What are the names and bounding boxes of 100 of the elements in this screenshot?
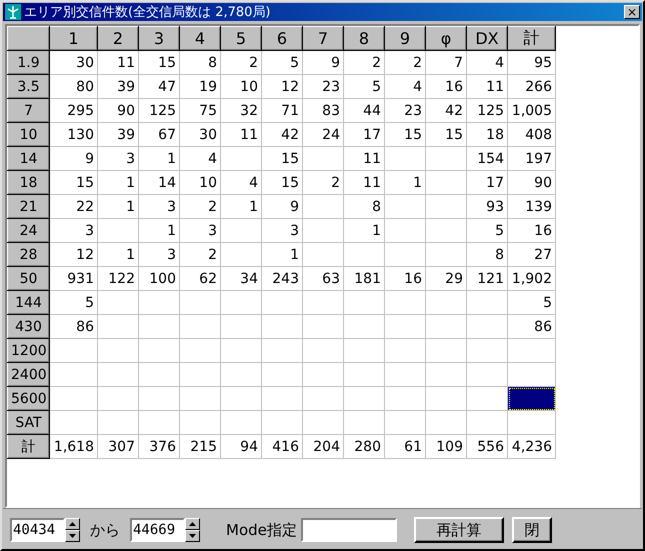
table-cell[interactable]	[466, 290, 508, 314]
table-cell[interactable]: 2	[220, 50, 262, 74]
table-cell[interactable]: 67	[138, 122, 180, 146]
table-cell[interactable]: 9	[302, 50, 344, 74]
table-cell[interactable]: 1,902	[508, 266, 556, 290]
table-cell[interactable]: 12	[50, 242, 98, 266]
table-cell[interactable]	[262, 410, 302, 434]
table-cell[interactable]: 408	[508, 122, 556, 146]
table-cell[interactable]: 181	[344, 266, 384, 290]
table-cell[interactable]: 11	[220, 122, 262, 146]
table-cell[interactable]: 94	[220, 434, 262, 458]
row-header[interactable]: 14	[8, 146, 50, 170]
row-header[interactable]: 1200	[8, 338, 50, 362]
table-cell[interactable]	[302, 338, 344, 362]
table-cell[interactable]: 1	[262, 242, 302, 266]
table-cell[interactable]: 215	[180, 434, 220, 458]
table-cell[interactable]: 1	[138, 218, 180, 242]
row-header[interactable]: 2400	[8, 362, 50, 386]
row-header[interactable]: 50	[8, 266, 50, 290]
table-cell[interactable]: 86	[50, 314, 98, 338]
table-cell[interactable]: 30	[180, 122, 220, 146]
table-cell[interactable]	[302, 410, 344, 434]
table-cell[interactable]: 2	[384, 50, 426, 74]
table-cell[interactable]: 15	[426, 122, 466, 146]
table-cell[interactable]: 5	[466, 218, 508, 242]
table-cell[interactable]: 3	[262, 218, 302, 242]
table-cell[interactable]: 29	[426, 266, 466, 290]
row-header[interactable]: 21	[8, 194, 50, 218]
table-cell[interactable]: 4	[220, 170, 262, 194]
row-header[interactable]: 7	[8, 98, 50, 122]
table-cell[interactable]	[426, 242, 466, 266]
table-cell[interactable]	[384, 314, 426, 338]
table-cell[interactable]: 307	[98, 434, 138, 458]
table-cell[interactable]	[180, 410, 220, 434]
table-cell[interactable]: 39	[98, 122, 138, 146]
table-cell[interactable]	[98, 314, 138, 338]
table-cell[interactable]	[344, 386, 384, 410]
table-cell[interactable]	[220, 290, 262, 314]
table-cell[interactable]: 19	[180, 74, 220, 98]
close-button[interactable]: 閉	[512, 517, 552, 543]
table-cell[interactable]	[98, 218, 138, 242]
column-header[interactable]: 9	[384, 26, 426, 50]
table-cell[interactable]: 125	[466, 98, 508, 122]
table-cell[interactable]: 11	[98, 50, 138, 74]
table-cell[interactable]: 10	[220, 74, 262, 98]
table-cell[interactable]: 1	[98, 170, 138, 194]
table-cell[interactable]: 15	[50, 170, 98, 194]
table-cell[interactable]: 4	[180, 146, 220, 170]
table-cell[interactable]: 5	[508, 290, 556, 314]
table-cell[interactable]: 42	[426, 98, 466, 122]
table-cell[interactable]: 17	[466, 170, 508, 194]
table-cell[interactable]: 10	[180, 170, 220, 194]
table-cell[interactable]: 3	[50, 218, 98, 242]
table-cell[interactable]: 4,236	[508, 434, 556, 458]
table-cell[interactable]: 3	[98, 146, 138, 170]
table-cell[interactable]: 80	[50, 74, 98, 98]
table-cell[interactable]	[384, 146, 426, 170]
table-cell[interactable]: 24	[302, 122, 344, 146]
table-cell[interactable]	[50, 386, 98, 410]
table-cell[interactable]: 95	[508, 50, 556, 74]
table-cell[interactable]: 83	[302, 98, 344, 122]
table-cell[interactable]	[262, 314, 302, 338]
table-cell[interactable]: 1,618	[50, 434, 98, 458]
table-cell[interactable]	[180, 362, 220, 386]
column-header[interactable]: 計	[508, 26, 556, 50]
table-cell[interactable]: 125	[138, 98, 180, 122]
table-cell[interactable]	[98, 386, 138, 410]
table-cell[interactable]	[426, 362, 466, 386]
table-cell[interactable]: 3	[138, 194, 180, 218]
row-header[interactable]: 1.9	[8, 50, 50, 74]
table-cell[interactable]: 2	[180, 194, 220, 218]
table-cell[interactable]: 1	[138, 146, 180, 170]
row-header[interactable]: 18	[8, 170, 50, 194]
table-cell[interactable]: 121	[466, 266, 508, 290]
column-header[interactable]: 4	[180, 26, 220, 50]
table-cell[interactable]	[220, 386, 262, 410]
table-cell[interactable]: 280	[344, 434, 384, 458]
row-header[interactable]: 430	[8, 314, 50, 338]
table-cell[interactable]: 3	[138, 242, 180, 266]
table-cell[interactable]: 8	[344, 194, 384, 218]
table-cell[interactable]	[302, 194, 344, 218]
table-cell[interactable]	[302, 314, 344, 338]
number-input[interactable]: 40434	[10, 518, 65, 542]
recalculate-button[interactable]: 再計算	[414, 517, 504, 543]
spin-up-button[interactable]	[65, 518, 80, 530]
table-cell[interactable]	[220, 362, 262, 386]
table-cell[interactable]	[384, 290, 426, 314]
row-header[interactable]: 10	[8, 122, 50, 146]
table-cell[interactable]: 295	[50, 98, 98, 122]
table-cell[interactable]	[180, 290, 220, 314]
table-cell[interactable]	[220, 218, 262, 242]
table-cell[interactable]: 90	[98, 98, 138, 122]
table-cell[interactable]	[262, 386, 302, 410]
table-cell[interactable]	[262, 338, 302, 362]
table-cell[interactable]: 931	[50, 266, 98, 290]
table-cell[interactable]	[344, 314, 384, 338]
table-cell[interactable]: 15	[384, 122, 426, 146]
table-cell[interactable]: 44	[344, 98, 384, 122]
table-cell[interactable]: 1,005	[508, 98, 556, 122]
table-cell[interactable]	[220, 314, 262, 338]
